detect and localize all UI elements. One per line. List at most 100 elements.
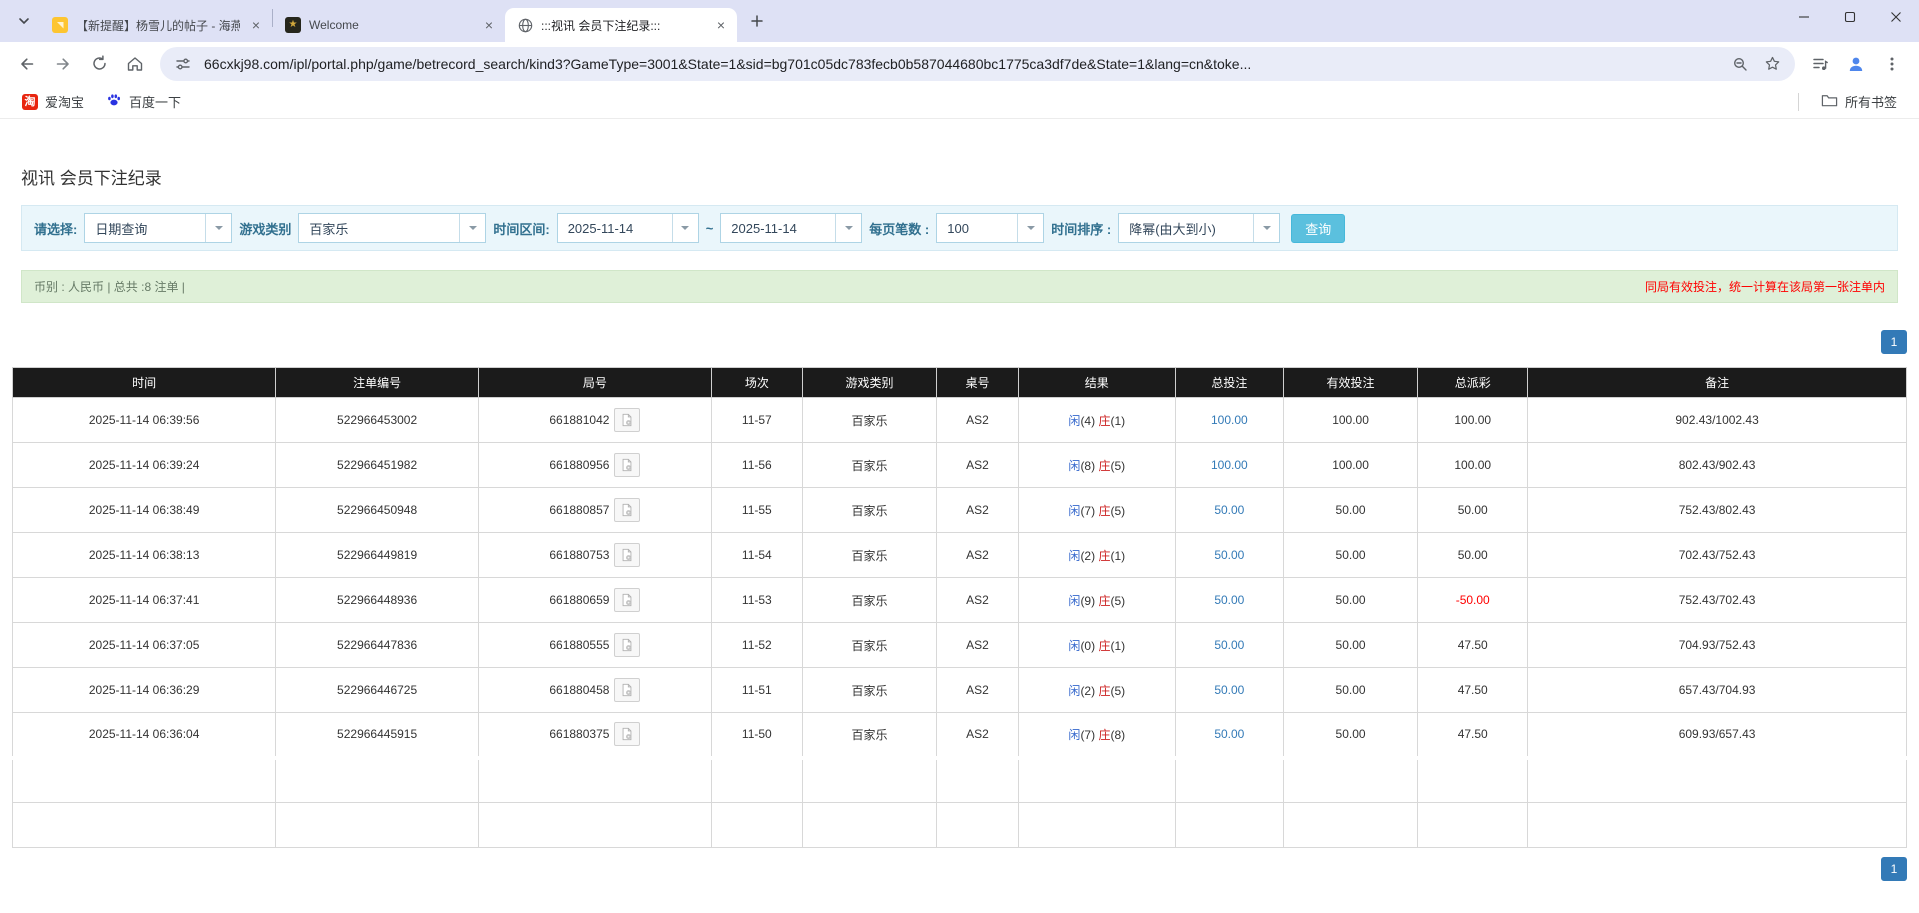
summary-cell [710, 755, 803, 803]
round-video-icon[interactable] [614, 498, 641, 522]
close-tab-icon[interactable]: × [481, 17, 497, 33]
banker-result: 庄 [1098, 727, 1111, 742]
game-type-select[interactable]: 百家乐 [298, 213, 487, 243]
page-number-button[interactable]: 1 [1881, 857, 1907, 881]
site-settings-icon[interactable] [172, 53, 194, 75]
payout-cell: 47.50 [1417, 712, 1529, 758]
back-icon[interactable] [10, 47, 44, 81]
tab-bet-record[interactable]: :::视讯 会员下注纪录::: × [505, 8, 737, 42]
bet-row: 2025-11-14 06:37:41 522966448936 661880659… [11, 577, 1907, 623]
time-sort-select[interactable]: 降幂(由大到小) [1118, 213, 1281, 243]
time-cell: 2025-11-14 06:37:05 [11, 622, 277, 668]
player-count: (9) [1080, 593, 1099, 608]
bookmarks-divider [1797, 92, 1799, 111]
result-cell: 闲(2) 庄(5) [1017, 667, 1176, 713]
total-bet-link[interactable]: 100.00 [1211, 458, 1248, 472]
round-video-icon[interactable] [614, 543, 641, 567]
tab-welcome[interactable]: ★ Welcome × [273, 8, 505, 42]
round-video-icon[interactable] [614, 588, 641, 612]
maximize-button[interactable] [1827, 0, 1873, 34]
column-header: 时间 [11, 367, 277, 398]
round-cell: 661880956 [477, 442, 712, 488]
round-id: 661880458 [549, 683, 610, 697]
bet-row: 2025-11-14 06:38:49 522966450948 661880857… [11, 487, 1907, 533]
bookmarks-bar: 淘 爱淘宝 百度一下 所有书签 [0, 85, 1919, 119]
close-window-button[interactable] [1873, 0, 1919, 34]
time-cell: 2025-11-14 06:36:29 [11, 667, 277, 713]
summary-cell: 小计 [11, 755, 277, 803]
summary-cell [1017, 755, 1176, 803]
result-text: 闲(2) 庄(5) [1068, 684, 1125, 698]
forum-tab-icon [52, 17, 68, 33]
pagination-top: 1 [12, 330, 1907, 354]
total-bet-link[interactable]: 50.00 [1214, 548, 1244, 562]
result-text: 闲(7) 庄(5) [1068, 504, 1125, 518]
column-header: 总投注 [1174, 367, 1284, 398]
round-cell: 661880375 [477, 712, 712, 758]
banker-count: (1) [1110, 638, 1126, 653]
session-cell: 11-52 [710, 622, 803, 668]
total-bet-link[interactable]: 50.00 [1214, 638, 1244, 652]
page-number-button[interactable]: 1 [1881, 330, 1907, 354]
date-to-select[interactable]: 2025-11-14 [720, 213, 863, 243]
close-tab-icon[interactable]: × [248, 17, 264, 33]
address-bar[interactable]: 66cxkj98.com/ipl/portal.php/game/betreco… [160, 46, 1795, 81]
game-type-cell: 百家乐 [801, 442, 938, 488]
page-size-label: 每页笔数 : [869, 221, 930, 237]
zoom-icon[interactable] [1729, 53, 1751, 75]
round-video-icon[interactable] [614, 722, 641, 747]
bet-id-cell: 522966447836 [275, 622, 479, 668]
taobao-icon: 淘 [22, 93, 38, 110]
round-video-icon[interactable] [614, 453, 641, 477]
date-from-value: 2025-11-14 [567, 220, 634, 236]
total-bet-link[interactable]: 50.00 [1214, 683, 1244, 697]
player-result: 闲 [1068, 548, 1081, 563]
total-bet-link[interactable]: 100.00 [1211, 413, 1248, 427]
round-video-icon[interactable] [614, 633, 641, 657]
close-tab-icon[interactable]: × [713, 17, 729, 33]
remark-cell: 609.93/657.43 [1527, 712, 1907, 758]
summary-cell: 8 [275, 755, 479, 803]
bookmark-star-icon[interactable] [1761, 53, 1783, 75]
minimize-button[interactable] [1781, 0, 1827, 34]
round-video-icon[interactable] [614, 678, 641, 702]
summary-cell [1527, 755, 1907, 803]
search-button[interactable]: 查询 [1291, 213, 1346, 243]
query-type-value: 日期查询 [95, 221, 148, 237]
profile-avatar[interactable] [1839, 47, 1873, 81]
summary-cell [1017, 802, 1176, 848]
tab-title: 【新提醒】杨雪儿的帖子 - 海燕 [76, 18, 240, 33]
banker-count: (5) [1110, 683, 1126, 698]
home-icon[interactable] [118, 47, 152, 81]
reload-icon[interactable] [82, 47, 116, 81]
browser-window: 【新提醒】杨雪儿的帖子 - 海燕 × ★ Welcome × :::视讯 会员下… [0, 0, 1919, 881]
summary-cell: 500.00 [1174, 802, 1284, 848]
tab-search-chevron-icon[interactable] [10, 7, 38, 35]
tab-forum-post[interactable]: 【新提醒】杨雪儿的帖子 - 海燕 × [40, 8, 272, 42]
media-controls-icon[interactable] [1803, 47, 1837, 81]
url-text[interactable]: 66cxkj98.com/ipl/portal.php/game/betreco… [204, 56, 1719, 72]
bookmark-aitaobao[interactable]: 淘 爱淘宝 [14, 88, 92, 115]
all-bookmarks-button[interactable]: 所有书签 [1813, 88, 1905, 115]
round-video-icon[interactable] [614, 408, 641, 432]
forward-icon[interactable] [46, 47, 80, 81]
result-text: 闲(2) 庄(1) [1068, 549, 1125, 563]
remark-cell: 702.43/752.43 [1527, 532, 1907, 578]
new-tab-button[interactable] [743, 7, 771, 35]
round-id: 661880375 [549, 727, 610, 742]
table-no-cell: AS2 [936, 667, 1019, 713]
menu-dots-icon[interactable] [1875, 47, 1909, 81]
total-bet-link[interactable]: 50.00 [1214, 503, 1244, 517]
total-bet-link[interactable]: 50.00 [1214, 593, 1244, 607]
payout-cell: 47.50 [1417, 622, 1529, 668]
date-from-select[interactable]: 2025-11-14 [556, 213, 699, 243]
total-bet-cell: 50.00 [1174, 577, 1284, 623]
bet-id-cell: 522966451982 [275, 442, 479, 488]
date-to-value: 2025-11-14 [731, 220, 797, 236]
select-label: 请选择: [34, 221, 78, 237]
bookmark-baidu[interactable]: 百度一下 [98, 88, 189, 115]
page-size-select[interactable]: 100 [936, 213, 1045, 243]
total-bet-link[interactable]: 50.00 [1214, 727, 1244, 741]
bet-records-table: 时间 注单编号 局号 场次 游戏类别 桌号 结果 总投注 有效投注 总派彩 备注 2025-11-1… [11, 367, 1907, 848]
query-type-select[interactable]: 日期查询 [84, 213, 233, 243]
